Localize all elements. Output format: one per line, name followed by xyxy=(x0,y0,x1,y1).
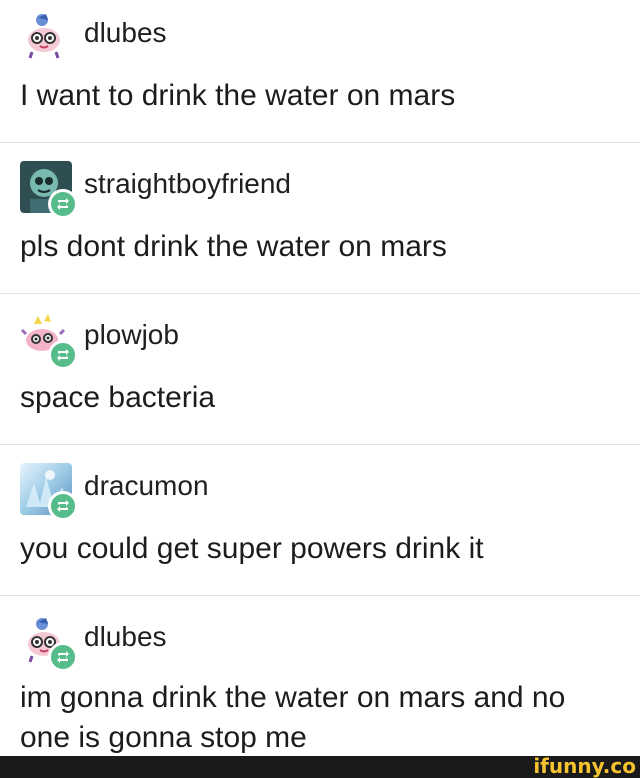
reblog-icon xyxy=(48,189,78,219)
post-3: plowjob space bacteria xyxy=(0,294,640,445)
post-5: dlubes im gonna drink the water on mars … xyxy=(0,596,640,760)
post-text-1: I want to drink the water on mars xyxy=(20,79,456,112)
ifunny-watermark: ifunny.co xyxy=(533,754,636,778)
post-text-3: space bacteria xyxy=(20,381,216,414)
post-2: straightboyfriend pls dont drink the wat… xyxy=(0,143,640,294)
post-1: dlubes I want to drink the water on mars xyxy=(0,0,640,143)
post-text-5: im gonna drink the water on mars and no … xyxy=(20,681,566,754)
post-text-2: pls dont drink the water on mars xyxy=(20,230,447,263)
username-2[interactable]: straightboyfriend xyxy=(84,168,291,200)
username-5[interactable]: dlubes xyxy=(84,621,167,653)
reblog-icon xyxy=(48,642,78,672)
avatar-dlubes-icon[interactable] xyxy=(20,10,72,62)
watermark-bar: ifunny.co xyxy=(0,754,640,778)
username-4[interactable]: dracumon xyxy=(84,470,209,502)
post-text-4: you could get super powers drink it xyxy=(20,532,484,565)
reblog-icon xyxy=(48,340,78,370)
username-3[interactable]: plowjob xyxy=(84,319,179,351)
username-1[interactable]: dlubes xyxy=(84,17,167,49)
reblog-icon xyxy=(48,491,78,521)
post-4: dracumon you could get super powers drin… xyxy=(0,445,640,596)
